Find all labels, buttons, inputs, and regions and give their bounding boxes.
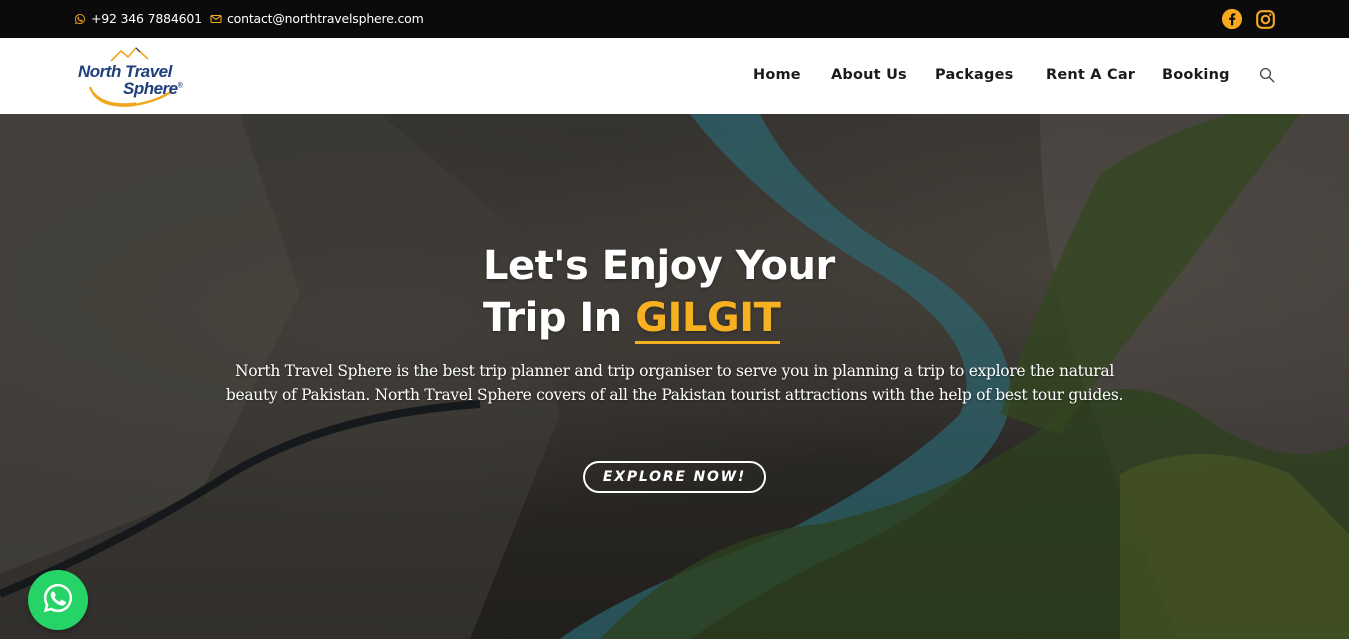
phone-contact[interactable]: +92 346 7884601	[74, 11, 202, 26]
phone-text: +92 346 7884601	[91, 11, 202, 26]
envelope-icon	[210, 13, 222, 25]
main-header: North Travel Sphere® Home About Us Packa…	[0, 38, 1349, 114]
hero-description: North Travel Sphere is the best trip pla…	[225, 362, 1124, 404]
hero-title-line1: Let's Enjoy Your	[483, 243, 835, 289]
nav-home[interactable]: Home	[753, 67, 801, 83]
explore-now-button[interactable]: EXPLORE NOW!	[583, 461, 766, 493]
instagram-icon[interactable]	[1254, 8, 1276, 30]
nav-rent-a-car[interactable]: Rent A Car	[1046, 67, 1135, 83]
whatsapp-icon	[41, 581, 75, 620]
hero-section: Let's Enjoy Your Trip In GILGIT North Tr…	[0, 114, 1349, 639]
hero-title-line2-prefix: Trip In	[483, 295, 636, 341]
nav-booking[interactable]: Booking	[1162, 67, 1230, 83]
site-logo[interactable]: North Travel Sphere®	[76, 43, 191, 109]
hero-title: Let's Enjoy Your Trip In GILGIT	[483, 240, 835, 344]
email-text: contact@northtravelsphere.com	[227, 11, 424, 26]
top-bar: +92 346 7884601 contact@northtravelspher…	[0, 0, 1349, 38]
search-icon[interactable]	[1258, 66, 1276, 84]
logo-text-sphere: Sphere®	[123, 79, 183, 98]
nav-packages[interactable]: Packages	[935, 67, 1014, 83]
facebook-icon[interactable]	[1221, 8, 1243, 30]
whatsapp-icon	[74, 13, 86, 25]
email-contact[interactable]: contact@northtravelsphere.com	[210, 11, 424, 26]
nav-about-us[interactable]: About Us	[831, 67, 907, 83]
hero-title-highlight: GILGIT	[635, 295, 781, 344]
registered-mark: ®	[177, 82, 183, 90]
whatsapp-chat-button[interactable]	[28, 570, 88, 630]
